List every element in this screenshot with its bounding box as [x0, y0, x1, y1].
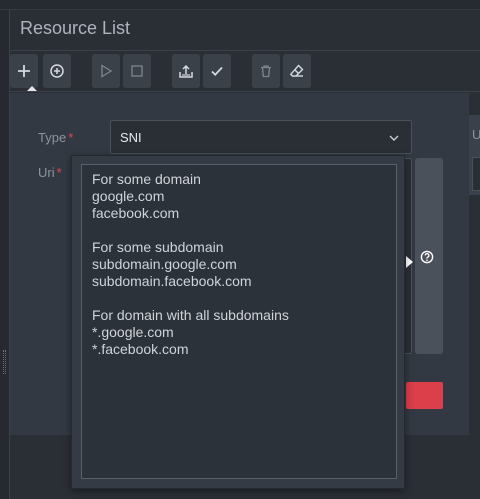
add-button[interactable] — [10, 54, 38, 88]
required-marker: * — [56, 165, 62, 180]
tooltip-line: For some subdomain — [92, 239, 224, 255]
uri-label: Uri * — [38, 165, 62, 180]
uri-help-tooltip: For some domain google.com facebook.com … — [71, 155, 405, 489]
check-icon — [211, 66, 223, 76]
type-select-value: SNI — [120, 130, 142, 145]
export-icon — [179, 64, 193, 78]
tooltip-pointer — [406, 256, 413, 268]
delete-button[interactable] — [252, 54, 280, 88]
tooltip-line: subdomain.facebook.com — [92, 273, 252, 289]
tooltip-line: *.facebook.com — [92, 341, 189, 357]
tooltip-line: *.google.com — [92, 324, 174, 340]
tooltip-line: subdomain.google.com — [92, 256, 237, 272]
trash-icon — [261, 65, 271, 78]
tooltip-line — [92, 290, 386, 307]
right-panel-label: U — [472, 127, 480, 142]
tooltip-content: For some domain google.com facebook.com … — [81, 164, 397, 479]
stop-button[interactable] — [123, 54, 151, 88]
eraser-icon — [289, 64, 304, 77]
plus-icon — [18, 65, 30, 77]
play-icon — [101, 64, 113, 78]
apply-button[interactable] — [203, 54, 231, 88]
right-side-panel: U — [469, 115, 480, 195]
right-panel-input[interactable] — [472, 157, 480, 191]
export-button[interactable] — [172, 54, 200, 88]
clear-button[interactable] — [283, 54, 311, 88]
type-label: Type * — [38, 130, 73, 145]
title-divider — [10, 50, 480, 51]
left-splitter[interactable] — [0, 10, 10, 499]
type-select[interactable]: SNI — [110, 120, 412, 154]
tooltip-line: For domain with all subdomains — [92, 307, 289, 323]
tooltip-line: facebook.com — [92, 205, 180, 221]
toolbar-divider — [10, 91, 480, 92]
splitter-grip-icon[interactable] — [3, 350, 6, 374]
page-title: Resource List — [20, 18, 131, 38]
uri-label-text: Uri — [38, 165, 55, 180]
danger-button[interactable] — [406, 382, 443, 409]
add-circle-icon — [50, 64, 64, 78]
tooltip-line — [92, 222, 386, 239]
add-child-button[interactable] — [43, 54, 71, 88]
start-button[interactable] — [92, 54, 120, 88]
stop-icon — [131, 65, 143, 77]
required-marker: * — [68, 130, 74, 145]
type-label-text: Type — [38, 130, 67, 145]
chevron-down-icon — [389, 135, 399, 141]
tooltip-line: google.com — [92, 188, 165, 204]
help-icon[interactable] — [420, 250, 434, 264]
top-strip — [0, 0, 480, 10]
tooltip-line: For some domain — [92, 171, 201, 187]
